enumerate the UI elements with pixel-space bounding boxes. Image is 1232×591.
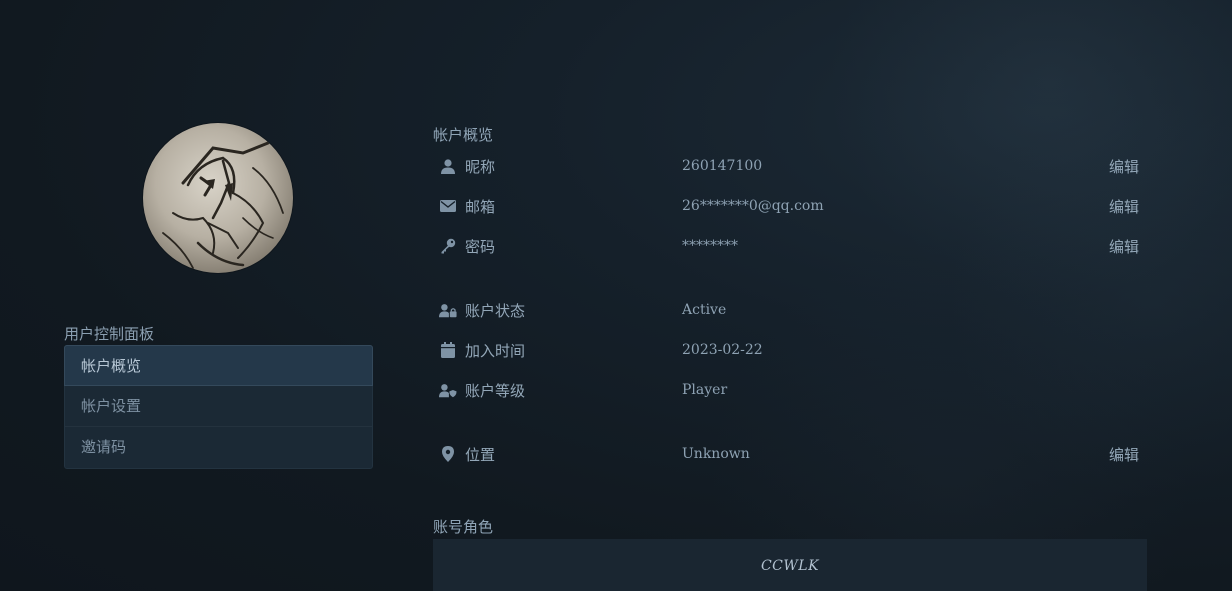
roles-title: 账号角色: [433, 518, 494, 536]
avatar: [143, 123, 293, 273]
user-shield-icon: [439, 381, 457, 399]
avatar-image: [162, 141, 284, 269]
edit-password-button[interactable]: 编辑: [1109, 236, 1139, 257]
level-value: Player: [682, 382, 728, 398]
edit-email-button[interactable]: 编辑: [1109, 196, 1139, 217]
calendar-icon: [439, 341, 457, 359]
joined-value: 2023-02-22: [682, 342, 763, 358]
role-name: CCWLK: [760, 558, 820, 574]
password-value: ********: [682, 238, 738, 254]
side-item-account-settings[interactable]: 帐户设置: [65, 386, 372, 427]
nickname-label: 昵称: [465, 158, 496, 176]
password-label: 密码: [465, 238, 496, 256]
status-value: Active: [682, 302, 727, 318]
side-item-invite-code[interactable]: 邀请码: [65, 427, 372, 468]
email-value: 26*******0@qq.com: [682, 198, 824, 214]
map-marker-icon: [439, 445, 457, 463]
envelope-icon: [439, 197, 457, 215]
edit-location-button[interactable]: 编辑: [1109, 444, 1139, 465]
password-row: 密码 ******** 编辑: [433, 227, 1147, 267]
key-icon: [439, 237, 457, 255]
overview-title: 帐户概览: [433, 126, 494, 144]
nickname-row: 昵称 260147100 编辑: [433, 147, 1147, 187]
location-value: Unknown: [682, 446, 750, 462]
joined-label: 加入时间: [465, 342, 526, 360]
status-row: 账户状态 Active: [433, 291, 1147, 331]
side-item-account-overview[interactable]: 帐户概览: [64, 345, 373, 386]
side-menu: 帐户概览 帐户设置 邀请码: [64, 345, 373, 469]
level-row: 账户等级 Player: [433, 371, 1147, 411]
location-row: 位置 Unknown 编辑: [433, 435, 1147, 475]
email-label: 邮箱: [465, 198, 496, 216]
joined-row: 加入时间 2023-02-22: [433, 331, 1147, 371]
nickname-value: 260147100: [682, 158, 763, 174]
location-label: 位置: [465, 446, 496, 464]
user-lock-icon: [439, 301, 457, 319]
role-box: CCWLK: [433, 539, 1147, 591]
status-label: 账户状态: [465, 302, 526, 320]
panel-title: 用户控制面板: [64, 325, 155, 343]
level-label: 账户等级: [465, 382, 526, 400]
edit-nickname-button[interactable]: 编辑: [1109, 156, 1139, 177]
user-icon: [439, 157, 457, 175]
email-row: 邮箱 26*******0@qq.com 编辑: [433, 187, 1147, 227]
